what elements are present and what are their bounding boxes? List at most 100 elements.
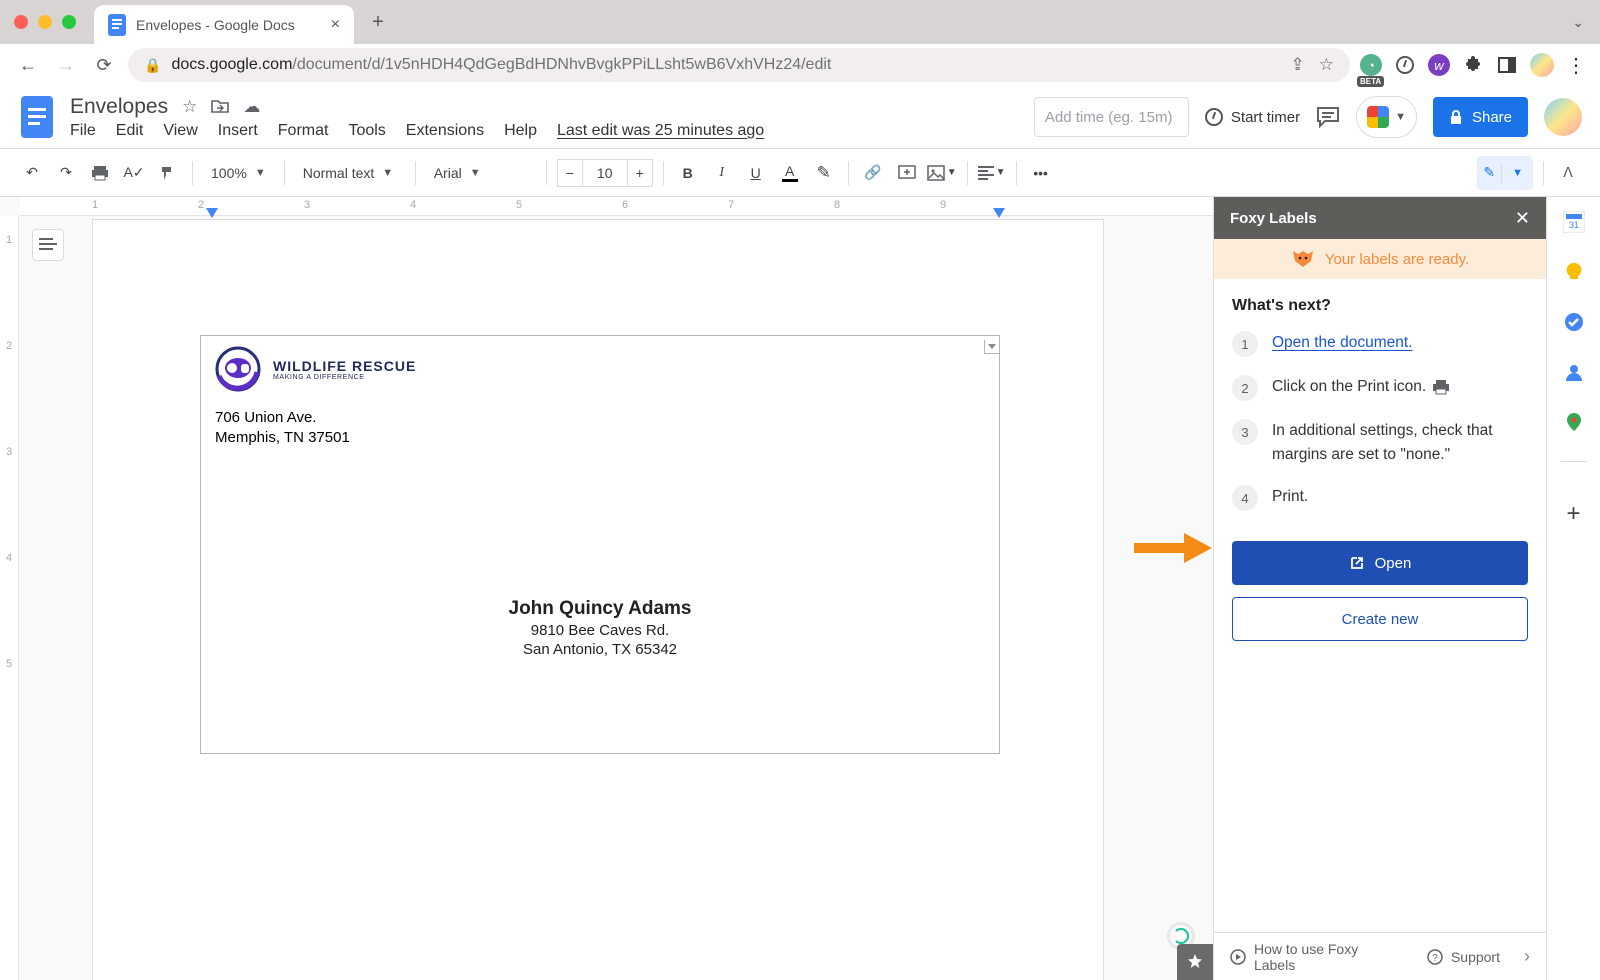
- sender-address[interactable]: 706 Union Ave. Memphis, TN 37501: [215, 408, 985, 449]
- share-page-icon[interactable]: ⇪: [1291, 55, 1305, 75]
- style-select[interactable]: Normal text▼: [295, 158, 405, 188]
- cloud-status-icon[interactable]: ☁: [243, 97, 260, 117]
- document-canvas[interactable]: 123456789 12345 WILDLIFE RESCUE MAKING: [0, 197, 1214, 980]
- bookmark-star-icon[interactable]: ☆: [1319, 55, 1334, 75]
- close-panel-button[interactable]: ✕: [1515, 208, 1530, 229]
- menu-file[interactable]: File: [70, 122, 96, 140]
- url-text: docs.google.com/document/d/1v5nHDH4QdGeg…: [171, 56, 831, 74]
- reload-button[interactable]: ⟳: [90, 51, 118, 79]
- insert-link-button[interactable]: 🔗: [859, 158, 887, 188]
- meet-button[interactable]: ▼: [1356, 96, 1417, 138]
- step-1: 1Open the document.: [1232, 331, 1528, 357]
- close-window-button[interactable]: [14, 15, 28, 29]
- create-new-button[interactable]: Create new: [1232, 597, 1528, 641]
- docs-header: Envelopes ☆ ☁ File Edit View Insert Form…: [0, 86, 1600, 148]
- font-size-control: − 10 +: [557, 159, 653, 187]
- side-panel-icon[interactable]: [1496, 54, 1518, 76]
- menu-tools[interactable]: Tools: [348, 122, 385, 140]
- vertical-ruler[interactable]: 12345: [0, 216, 19, 980]
- tabs-menu-button[interactable]: ⌄: [1572, 14, 1584, 31]
- text-color-button[interactable]: A: [776, 158, 804, 188]
- extension-beta-icon[interactable]: ◔BETA: [1360, 54, 1382, 76]
- menu-edit[interactable]: Edit: [116, 122, 144, 140]
- forward-button[interactable]: →: [52, 51, 80, 79]
- wildlife-logo-icon: [215, 346, 261, 392]
- font-select[interactable]: Arial▼: [426, 158, 536, 188]
- minimize-window-button[interactable]: [38, 15, 52, 29]
- start-timer-button[interactable]: Start timer: [1205, 108, 1300, 126]
- font-size-value[interactable]: 10: [583, 159, 627, 187]
- document-page[interactable]: WILDLIFE RESCUE MAKING A DIFFERENCE 706 …: [92, 219, 1104, 980]
- browser-toolbar: ← → ⟳ 🔒 docs.google.com/document/d/1v5nH…: [0, 44, 1600, 86]
- contacts-addon-icon[interactable]: [1563, 361, 1585, 383]
- show-outline-button[interactable]: [32, 229, 64, 261]
- get-addons-button[interactable]: +: [1566, 500, 1580, 528]
- print-button[interactable]: [86, 158, 114, 188]
- back-button[interactable]: ←: [14, 51, 42, 79]
- tasks-addon-icon[interactable]: [1563, 311, 1585, 333]
- share-button[interactable]: Share: [1433, 97, 1528, 137]
- document-title[interactable]: Envelopes: [70, 95, 168, 119]
- hide-menus-button[interactable]: ᐱ: [1554, 158, 1582, 188]
- table-handle-icon[interactable]: [984, 340, 1000, 354]
- insert-image-button[interactable]: ▼: [927, 158, 957, 188]
- keep-addon-icon[interactable]: [1563, 261, 1585, 283]
- docs-menubar: File Edit View Insert Format Tools Exten…: [70, 122, 764, 140]
- new-tab-button[interactable]: +: [368, 11, 388, 34]
- menu-extensions[interactable]: Extensions: [406, 122, 484, 140]
- browser-tabstrip: Envelopes - Google Docs × + ⌄: [0, 0, 1600, 44]
- recipient-address[interactable]: John Quincy Adams 9810 Bee Caves Rd. San…: [201, 598, 999, 658]
- explore-button[interactable]: [1177, 944, 1213, 980]
- open-document-link[interactable]: Open the document.: [1272, 334, 1412, 351]
- browser-tab[interactable]: Envelopes - Google Docs ×: [94, 5, 354, 45]
- last-edit-link[interactable]: Last edit was 25 minutes ago: [557, 122, 764, 140]
- envelope-frame[interactable]: WILDLIFE RESCUE MAKING A DIFFERENCE 706 …: [200, 335, 1000, 754]
- horizontal-ruler[interactable]: 123456789: [20, 197, 1213, 216]
- extension-clockify-icon[interactable]: [1394, 54, 1416, 76]
- insert-comment-button[interactable]: [893, 158, 921, 188]
- comments-button[interactable]: [1316, 106, 1340, 128]
- browser-menu-button[interactable]: ⋮: [1566, 53, 1586, 78]
- add-time-input[interactable]: Add time (eg. 15m): [1034, 97, 1189, 137]
- highlight-button[interactable]: ✎: [810, 158, 838, 188]
- zoom-select[interactable]: 100%▼: [203, 158, 274, 188]
- extensions-menu-icon[interactable]: [1462, 54, 1484, 76]
- align-button[interactable]: ▼: [978, 158, 1006, 188]
- menu-insert[interactable]: Insert: [218, 122, 258, 140]
- account-avatar[interactable]: [1544, 98, 1582, 136]
- redo-button[interactable]: ↷: [52, 158, 80, 188]
- collapse-panel-button[interactable]: ›: [1524, 946, 1530, 967]
- address-bar[interactable]: 🔒 docs.google.com/document/d/1v5nHDH4QdG…: [128, 48, 1350, 82]
- undo-button[interactable]: ↶: [18, 158, 46, 188]
- move-document-icon[interactable]: [211, 99, 229, 114]
- docs-toolbar: ↶ ↷ A✓ 100%▼ Normal text▼ Arial▼ − 10 + …: [0, 148, 1600, 197]
- fullscreen-window-button[interactable]: [62, 15, 76, 29]
- font-size-decrease[interactable]: −: [557, 159, 583, 187]
- menu-view[interactable]: View: [163, 122, 197, 140]
- paint-format-button[interactable]: [154, 158, 182, 188]
- pencil-icon: ✎: [1483, 164, 1495, 181]
- close-tab-button[interactable]: ×: [331, 16, 340, 34]
- support-link[interactable]: ?Support: [1427, 949, 1500, 965]
- italic-button[interactable]: I: [708, 158, 736, 188]
- editing-mode-select[interactable]: ✎ ▼: [1477, 156, 1533, 190]
- steps-list: 1Open the document. 2Click on the Print …: [1232, 331, 1528, 511]
- how-to-link[interactable]: How to use Foxy Labels: [1230, 941, 1403, 973]
- menu-help[interactable]: Help: [504, 122, 537, 140]
- maps-addon-icon[interactable]: [1563, 411, 1585, 433]
- svg-text:31: 31: [1568, 220, 1578, 230]
- extensions-row: ◔BETA w ⋮: [1360, 53, 1586, 78]
- more-tools-button[interactable]: •••: [1027, 158, 1055, 188]
- menu-format[interactable]: Format: [278, 122, 329, 140]
- underline-button[interactable]: U: [742, 158, 770, 188]
- extension-w-icon[interactable]: w: [1428, 54, 1450, 76]
- star-document-icon[interactable]: ☆: [182, 97, 197, 117]
- font-size-increase[interactable]: +: [627, 159, 653, 187]
- bold-button[interactable]: B: [674, 158, 702, 188]
- open-button[interactable]: Open: [1232, 541, 1528, 585]
- docs-home-button[interactable]: [18, 92, 56, 142]
- profile-avatar[interactable]: [1530, 53, 1554, 77]
- calendar-addon-icon[interactable]: 31: [1563, 211, 1585, 233]
- logo-title: WILDLIFE RESCUE: [273, 358, 416, 374]
- spellcheck-button[interactable]: A✓: [120, 158, 148, 188]
